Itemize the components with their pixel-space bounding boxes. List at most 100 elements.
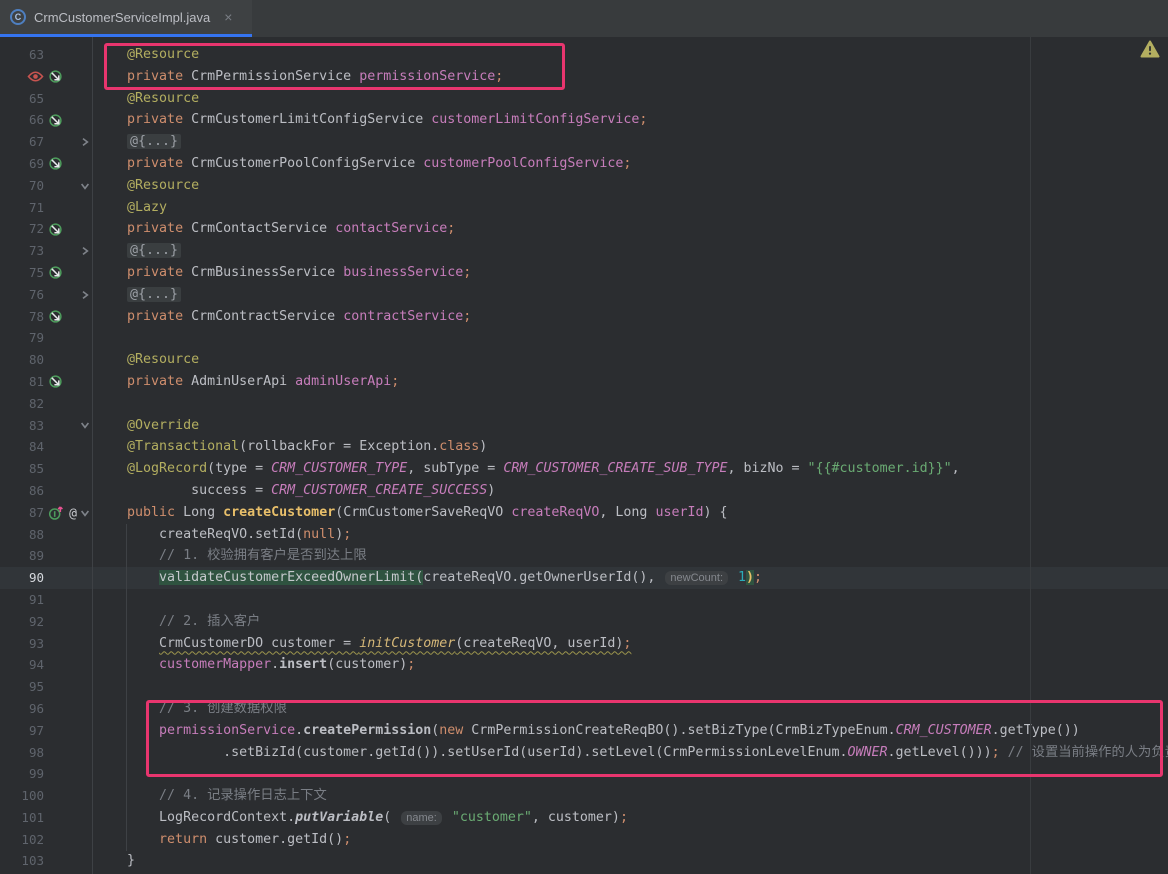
code-text[interactable]: CrmCustomerDO customer = initCustomer(cr… <box>92 633 1168 655</box>
code-line-94[interactable]: 94 customerMapper.insert(customer); <box>0 654 1168 676</box>
line-number[interactable]: 93 <box>0 633 44 655</box>
code-line-90[interactable]: 90 validateCustomerExceedOwnerLimit(crea… <box>0 567 1168 589</box>
fold-chevron-right-icon[interactable] <box>78 246 92 256</box>
code-text[interactable]: // 4. 记录操作日志上下文 <box>92 785 1168 807</box>
code-text[interactable]: public Long createCustomer(CrmCustomerSa… <box>92 502 1168 524</box>
code-line-88[interactable]: 88 createReqVO.setId(null); <box>0 524 1168 546</box>
code-line-86[interactable]: 86 success = CRM_CUSTOMER_CREATE_SUCCESS… <box>0 480 1168 502</box>
code-text[interactable]: @Lazy <box>92 197 1168 219</box>
code-line-76[interactable]: 76 @{...} <box>0 284 1168 306</box>
code-line-78[interactable]: 78 private CrmContractService contractSe… <box>0 306 1168 328</box>
fold-chevron-right-icon[interactable] <box>78 290 92 300</box>
code-text[interactable]: createReqVO.setId(null); <box>92 524 1168 546</box>
line-number[interactable]: 73 <box>0 240 44 262</box>
line-number[interactable]: 96 <box>0 698 44 720</box>
bean-icon[interactable] <box>48 374 63 389</box>
fold-chevron-down-icon[interactable] <box>78 420 92 430</box>
eye-icon[interactable] <box>0 70 44 83</box>
fold-chevron-down-icon[interactable] <box>78 181 92 191</box>
fold-chevron-down-icon[interactable] <box>78 508 92 518</box>
code-line-67[interactable]: 67 @{...} <box>0 131 1168 153</box>
code-text[interactable]: // 1. 校验拥有客户是否到达上限 <box>92 545 1168 567</box>
code-text[interactable]: private CrmPermissionService permissionS… <box>92 66 1168 88</box>
code-text[interactable]: @Override <box>92 415 1168 437</box>
bean-icon[interactable] <box>48 222 63 237</box>
line-number[interactable]: 63 <box>0 44 44 66</box>
code-text[interactable]: } <box>92 850 1168 872</box>
line-number[interactable]: 101 <box>0 807 44 829</box>
line-number[interactable]: 94 <box>0 654 44 676</box>
line-number[interactable]: 71 <box>0 197 44 219</box>
bean-icon[interactable] <box>48 309 63 324</box>
bean-icon[interactable] <box>48 265 63 280</box>
code-text[interactable]: private CrmCustomerPoolConfigService cus… <box>92 153 1168 175</box>
code-line-100[interactable]: 100 // 4. 记录操作日志上下文 <box>0 785 1168 807</box>
code-line-69[interactable]: 69 private CrmCustomerPoolConfigService … <box>0 153 1168 175</box>
line-number[interactable]: 89 <box>0 545 44 567</box>
code-line-103[interactable]: 103 } <box>0 850 1168 872</box>
code-text[interactable]: private CrmContactService contactService… <box>92 218 1168 240</box>
line-number[interactable]: 100 <box>0 785 44 807</box>
line-number[interactable]: 76 <box>0 284 44 306</box>
code-text[interactable]: success = CRM_CUSTOMER_CREATE_SUCCESS) <box>92 480 1168 502</box>
code-line-91[interactable]: 91 <box>0 589 1168 611</box>
code-line-63[interactable]: 63 @Resource <box>0 44 1168 66</box>
line-number[interactable]: 88 <box>0 524 44 546</box>
override-icon[interactable] <box>48 505 64 521</box>
code-text[interactable]: @{...} <box>92 240 1168 262</box>
code-line-66[interactable]: 66 private CrmCustomerLimitConfigService… <box>0 109 1168 131</box>
line-number[interactable]: 75 <box>0 262 44 284</box>
line-number[interactable]: 65 <box>0 88 44 110</box>
line-number[interactable]: 83 <box>0 415 44 437</box>
line-number[interactable]: 103 <box>0 850 44 872</box>
code-text[interactable]: private CrmContractService contractServi… <box>92 306 1168 328</box>
code-line-97[interactable]: 97 permissionService.createPermission(ne… <box>0 720 1168 742</box>
code-text[interactable]: @{...} <box>92 284 1168 306</box>
tab-crmcustomerserviceimpl[interactable]: C CrmCustomerServiceImpl.java × <box>0 0 252 37</box>
code-editor[interactable]: 63 @Resource private CrmPermissionServic… <box>0 37 1168 874</box>
code-text[interactable]: // 3. 创建数据权限 <box>92 698 1168 720</box>
code-line-83[interactable]: 83 @Override <box>0 415 1168 437</box>
code-text[interactable]: .setBizId(customer.getId()).setUserId(us… <box>92 742 1168 764</box>
code-line-85[interactable]: 85 @LogRecord(type = CRM_CUSTOMER_TYPE, … <box>0 458 1168 480</box>
code-text[interactable]: @Resource <box>92 175 1168 197</box>
line-number[interactable]: 80 <box>0 349 44 371</box>
code-text[interactable]: validateCustomerExceedOwnerLimit(createR… <box>92 567 1168 589</box>
line-number[interactable]: 78 <box>0 306 44 328</box>
code-line-89[interactable]: 89 // 1. 校验拥有客户是否到达上限 <box>0 545 1168 567</box>
code-line-75[interactable]: 75 private CrmBusinessService businessSe… <box>0 262 1168 284</box>
code-line-101[interactable]: 101 LogRecordContext.putVariable( name: … <box>0 807 1168 829</box>
code-text[interactable]: permissionService.createPermission(new C… <box>92 720 1168 742</box>
code-line-93[interactable]: 93 CrmCustomerDO customer = initCustomer… <box>0 633 1168 655</box>
line-number[interactable]: 98 <box>0 742 44 764</box>
line-number[interactable]: 87 <box>0 502 44 524</box>
code-text[interactable]: @Transactional(rollbackFor = Exception.c… <box>92 436 1168 458</box>
line-number[interactable]: 69 <box>0 153 44 175</box>
code-line-82[interactable]: 82 <box>0 393 1168 415</box>
bean-icon[interactable] <box>48 113 63 128</box>
code-text[interactable]: LogRecordContext.putVariable( name: "cus… <box>92 807 1168 829</box>
code-line-102[interactable]: 102 return customer.getId(); <box>0 829 1168 851</box>
line-number[interactable]: 90 <box>0 567 44 589</box>
line-number[interactable]: 91 <box>0 589 44 611</box>
code-text[interactable]: private AdminUserApi adminUserApi; <box>92 371 1168 393</box>
code-line-70[interactable]: 70 @Resource <box>0 175 1168 197</box>
code-line-hidden[interactable]: private CrmPermissionService permissionS… <box>0 66 1168 88</box>
code-text[interactable]: @Resource <box>92 88 1168 110</box>
code-line-92[interactable]: 92 // 2. 插入客户 <box>0 611 1168 633</box>
line-number[interactable]: 86 <box>0 480 44 502</box>
line-number[interactable]: 85 <box>0 458 44 480</box>
tab-close-icon[interactable]: × <box>224 10 232 24</box>
code-line-98[interactable]: 98 .setBizId(customer.getId()).setUserId… <box>0 742 1168 764</box>
code-line-95[interactable]: 95 <box>0 676 1168 698</box>
fold-chevron-right-icon[interactable] <box>78 137 92 147</box>
line-number[interactable]: 79 <box>0 327 44 349</box>
code-text[interactable]: customerMapper.insert(customer); <box>92 654 1168 676</box>
code-line-80[interactable]: 80 @Resource <box>0 349 1168 371</box>
line-number[interactable]: 84 <box>0 436 44 458</box>
code-text[interactable]: @Resource <box>92 44 1168 66</box>
bean-icon[interactable] <box>48 156 63 171</box>
code-text[interactable]: private CrmBusinessService businessServi… <box>92 262 1168 284</box>
code-text[interactable]: @Resource <box>92 349 1168 371</box>
code-text[interactable]: @{...} <box>92 131 1168 153</box>
